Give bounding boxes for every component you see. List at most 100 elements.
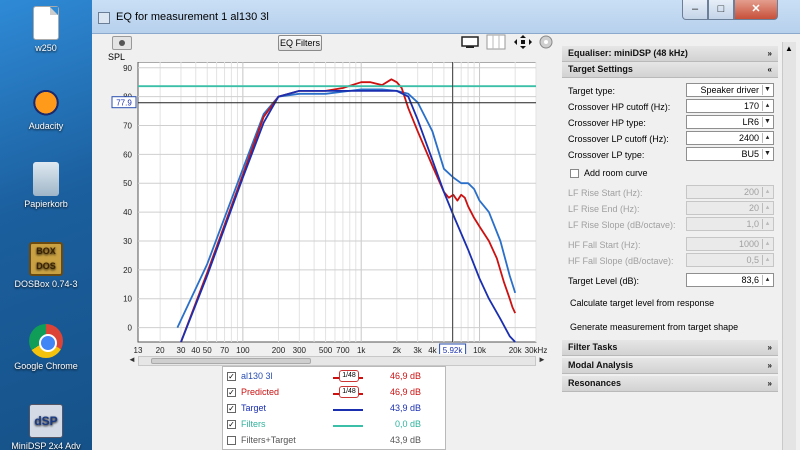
- hp-cutoff-input[interactable]: 170 ▴: [686, 99, 774, 113]
- x-tick-label: 10k: [473, 346, 487, 354]
- dosbox-icon: BOX DOS: [29, 242, 63, 276]
- legend-line: [333, 425, 363, 427]
- window-title: EQ for measurement 1 al130 3l: [116, 11, 269, 23]
- generate-measurement-button[interactable]: Generate measurement from target shape: [570, 322, 738, 332]
- equaliser-header[interactable]: Equaliser: miniDSP (48 kHz) »: [562, 46, 778, 62]
- spinner-icon[interactable]: ▴: [762, 101, 772, 111]
- resonances-header[interactable]: Resonances »: [562, 376, 778, 392]
- lf-rise-slope-input: 1,0 ▴: [686, 217, 774, 231]
- desktop-icon-label: MiniDSP 2x4 Adv: [11, 441, 81, 450]
- chevron-down-icon[interactable]: »: [768, 376, 772, 391]
- hf-fall-slope-input: 0,5 ▴: [686, 253, 774, 267]
- cursor-x-value: 5.92k: [443, 346, 464, 354]
- smoothing-badge[interactable]: 1/48: [339, 370, 359, 382]
- lf-rise-start-input: 200 ▴: [686, 185, 774, 199]
- calculate-target-level-button[interactable]: Calculate target level from response: [570, 298, 714, 308]
- desktop-icon-label: w250: [35, 43, 57, 53]
- legend-name: Target: [241, 403, 267, 413]
- scroll-right-arrow[interactable]: ►: [538, 355, 546, 364]
- equaliser-header-label: Equaliser: miniDSP (48 kHz): [568, 48, 688, 58]
- spinner-icon[interactable]: ▴: [762, 133, 772, 143]
- legend-checkbox[interactable]: ✓: [227, 372, 236, 381]
- legend-checkbox[interactable]: ✓: [227, 388, 236, 397]
- frequency-response-chart[interactable]: 9080706050403020100132030405070100200300…: [94, 62, 552, 354]
- smoothing-badge[interactable]: 1/48: [339, 386, 359, 398]
- spinner-icon: ▴: [762, 219, 772, 229]
- target-type-select[interactable]: Speaker driver ▼: [686, 83, 774, 97]
- dropdown-arrow-icon[interactable]: ▼: [762, 149, 772, 159]
- maximize-button[interactable]: □: [708, 0, 734, 20]
- lf-rise-start-label: LF Rise Start (Hz):: [568, 188, 643, 198]
- graph-toolbar: EQ Filters: [94, 34, 553, 52]
- legend-row-filters: ✓ Filters 0,0 dB: [223, 417, 447, 433]
- desktop-icon-audacity[interactable]: Audacity: [6, 84, 86, 131]
- scroll-up-arrow[interactable]: ▲: [785, 44, 793, 53]
- legend-checkbox[interactable]: ✓: [227, 420, 236, 429]
- desktop-icon-minidsp[interactable]: dSP MiniDSP 2x4 Adv: [6, 404, 86, 450]
- target-level-value: 83,6: [741, 275, 759, 285]
- hf-fall-slope-label: HF Fall Slope (dB/octave):: [568, 256, 674, 266]
- modal-analysis-header[interactable]: Modal Analysis »: [562, 358, 778, 374]
- desktop-icon-chrome[interactable]: Google Chrome: [6, 324, 86, 371]
- legend-value: 43,9 dB: [389, 435, 421, 445]
- chevron-down-icon[interactable]: »: [768, 358, 772, 373]
- hp-type-select[interactable]: LR6 ▼: [686, 115, 774, 129]
- add-room-curve-checkbox[interactable]: [570, 169, 579, 178]
- hp-type-value: LR6: [742, 117, 759, 127]
- filter-tasks-header[interactable]: Filter Tasks »: [562, 340, 778, 356]
- y-tick-label: 70: [123, 122, 132, 131]
- lp-type-select[interactable]: BU5 ▼: [686, 147, 774, 161]
- hf-fall-start-label: HF Fall Start (Hz):: [568, 240, 641, 250]
- app-icon: [98, 12, 110, 24]
- desktop-icon-label: Papierkorb: [24, 199, 68, 209]
- chevron-down-icon[interactable]: »: [768, 340, 772, 355]
- legend-checkbox[interactable]: [227, 436, 236, 445]
- desktop-icon-label: DOSBox 0.74-3: [14, 279, 78, 289]
- screen-capture-icon[interactable]: [460, 34, 482, 50]
- horizontal-scrollbar[interactable]: [138, 356, 536, 366]
- lf-rise-start-value: 200: [743, 187, 759, 197]
- spinner-icon: ▴: [762, 239, 772, 249]
- desktop-icon-recycle-bin[interactable]: Papierkorb: [6, 162, 86, 209]
- target-settings-header[interactable]: Target Settings «: [562, 62, 778, 78]
- desktop-icon-w250[interactable]: w250: [6, 6, 86, 53]
- scroll-left-arrow[interactable]: ◄: [128, 355, 136, 364]
- x-tick-label: 3k: [413, 346, 422, 354]
- title-bar[interactable]: EQ for measurement 1 al130 3l – □ ✕: [92, 0, 800, 34]
- dropdown-arrow-icon[interactable]: ▼: [762, 85, 772, 95]
- camera-icon[interactable]: [112, 36, 132, 50]
- lp-type-label: Crossover LP type:: [568, 150, 645, 160]
- spinner-icon: ▴: [762, 203, 772, 213]
- x-tick-label: 200: [272, 346, 286, 354]
- hf-fall-start-value: 1000: [738, 239, 759, 249]
- target-level-input[interactable]: 83,6 ▴: [686, 273, 774, 287]
- x-tick-label: 20: [156, 346, 165, 354]
- target-settings-label: Target Settings: [568, 64, 633, 74]
- chevron-down-icon[interactable]: »: [768, 46, 772, 61]
- spinner-icon: ▴: [762, 187, 772, 197]
- eq-filters-button[interactable]: EQ Filters: [278, 35, 322, 51]
- x-tick-label: 4k: [428, 346, 437, 354]
- layout-icon[interactable]: [486, 34, 508, 50]
- minimize-button[interactable]: –: [682, 0, 708, 20]
- legend-name: Filters: [241, 419, 266, 429]
- legend-checkbox[interactable]: ✓: [227, 404, 236, 413]
- close-button[interactable]: ✕: [734, 0, 778, 20]
- lf-rise-end-label: LF Rise End (Hz):: [568, 204, 640, 214]
- legend-value: 46,9 dB: [389, 387, 421, 397]
- hp-type-label: Crossover HP type:: [568, 118, 646, 128]
- legend-name: al130 3l: [241, 371, 273, 381]
- lp-cutoff-input[interactable]: 2400 ▴: [686, 131, 774, 145]
- scrollbar-thumb[interactable]: [151, 358, 311, 364]
- legend-value: 0,0 dB: [394, 419, 421, 429]
- lf-rise-end-value: 20: [748, 203, 759, 213]
- move-arrows-icon[interactable]: [512, 34, 534, 50]
- y-tick-label: 30: [123, 237, 132, 246]
- desktop-icon-dosbox[interactable]: BOX DOS DOSBox 0.74-3: [6, 242, 86, 289]
- spinner-icon[interactable]: ▴: [762, 275, 772, 285]
- vertical-scrollbar[interactable]: ▲: [782, 42, 796, 450]
- settings-icon[interactable]: [538, 34, 560, 50]
- filter-tasks-label: Filter Tasks: [568, 342, 618, 352]
- chevron-up-icon[interactable]: «: [768, 62, 772, 77]
- dropdown-arrow-icon[interactable]: ▼: [762, 117, 772, 127]
